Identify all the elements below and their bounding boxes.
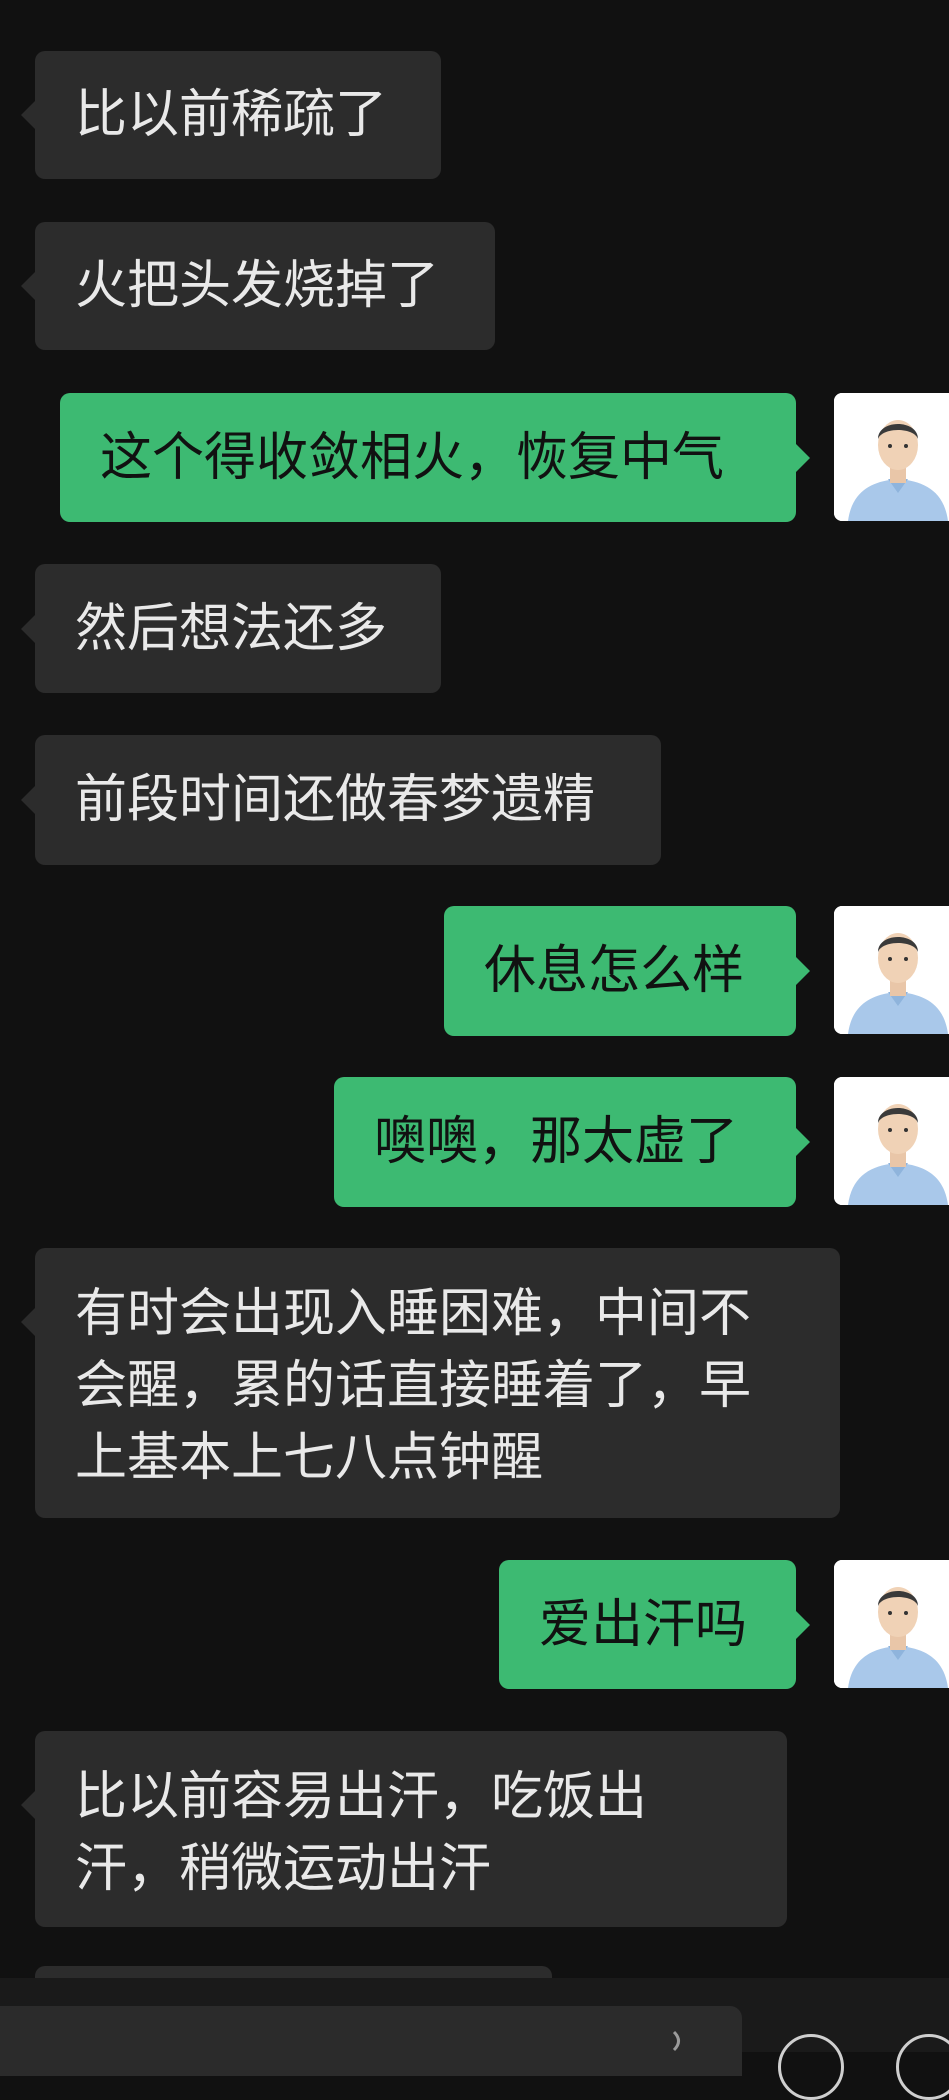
message-text: 比以前容易出汗，吃饭出汗，稍微运动出汗 [75,1767,648,1899]
message-text: 前段时间还做春梦遗精 [75,770,596,830]
outgoing-message-bubble[interactable]: 噢噢，那太虚了 [334,1077,810,1207]
plus-icon[interactable] [896,2034,949,2100]
incoming-message-bubble[interactable]: 有时会出现入睡困难，中间不会醒，累的话直接睡着了，早上基本上七八点钟醒 [21,1248,840,1518]
message-text: 爱出汗吗 [539,1594,748,1655]
message-text: 这个得收敛相火，恢复中气 [100,427,725,488]
message-text: 噢噢，那太虚了 [374,1112,739,1172]
chat-message-list[interactable]: 比以前稀疏了 火把头发烧掉了 这个得收敛相火，恢复中气 然后想法还多 前段时间还… [0,0,949,1996]
incoming-message-bubble[interactable]: 比以前容易出汗，吃饭出汗，稍微运动出汗 [21,1731,787,1927]
outgoing-message-bubble[interactable]: 爱出汗吗 [499,1560,810,1689]
doctor-avatar-icon[interactable] [834,1077,949,1205]
incoming-message-bubble[interactable]: 比以前稀疏了 [21,51,441,179]
chat-input-bar [0,1978,949,2100]
message-text: 比以前稀疏了 [75,85,388,145]
message-text: 火把头发烧掉了 [75,256,440,316]
message-text: 有时会出现入睡困难，中间不会醒，累的话直接睡着了，早上基本上七八点钟醒 [75,1284,752,1488]
doctor-avatar-icon[interactable] [834,1560,949,1688]
emoji-icon[interactable] [778,2034,844,2100]
message-text: 休息怎么样 [484,941,745,1001]
outgoing-message-bubble[interactable]: 休息怎么样 [444,906,810,1036]
outgoing-message-bubble[interactable]: 这个得收敛相火，恢复中气 [60,393,810,522]
doctor-avatar-icon[interactable] [834,393,949,521]
doctor-avatar-icon[interactable] [834,906,949,1034]
message-text: 然后想法还多 [75,598,388,659]
message-input[interactable] [0,2006,742,2076]
incoming-message-bubble[interactable]: 前段时间还做春梦遗精 [21,735,661,865]
incoming-message-bubble[interactable]: 然后想法还多 [21,564,441,693]
voice-icon[interactable] [670,2030,694,2054]
incoming-message-bubble[interactable]: 火把头发烧掉了 [21,222,495,350]
